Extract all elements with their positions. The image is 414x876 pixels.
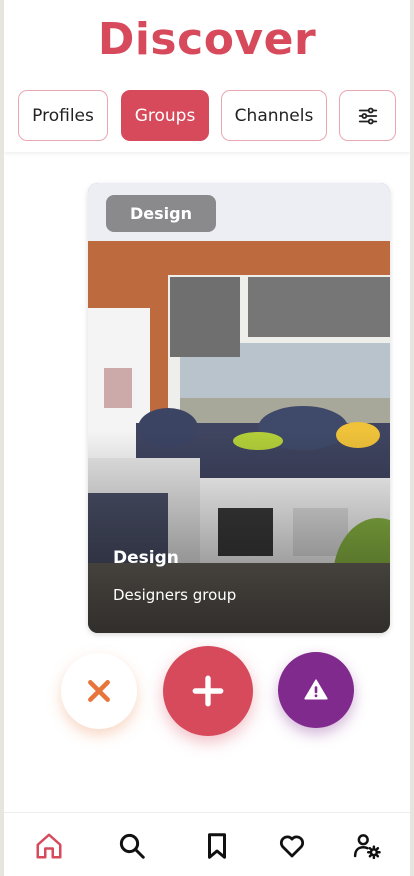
close-icon: [88, 680, 110, 702]
nav-profile-settings[interactable]: [350, 829, 384, 863]
filter-button[interactable]: [339, 90, 396, 141]
user-settings-icon: [353, 834, 381, 860]
nav-home[interactable]: [32, 829, 66, 863]
page-title: Discover: [97, 14, 317, 65]
category-badge: Design: [106, 195, 216, 232]
group-description: Designers group: [113, 586, 237, 604]
app-screen: Discover Profiles Groups Channels Design…: [4, 0, 410, 876]
nav-search[interactable]: [115, 829, 149, 863]
warning-icon: [304, 679, 328, 700]
plus-icon: [192, 675, 224, 707]
tab-profiles[interactable]: Profiles: [18, 90, 108, 141]
bookmark-icon: [208, 833, 226, 859]
nav-bookmarks[interactable]: [200, 829, 234, 863]
skip-button[interactable]: [61, 653, 137, 729]
group-name: Design: [113, 548, 179, 568]
sliders-icon: [358, 107, 377, 124]
add-button[interactable]: [163, 646, 253, 736]
tab-groups[interactable]: Groups: [121, 90, 209, 141]
nav-favorites[interactable]: [275, 829, 309, 863]
home-icon: [36, 833, 62, 859]
report-button[interactable]: [278, 652, 354, 728]
header: Discover Profiles Groups Channels: [4, 0, 410, 152]
tab-channels[interactable]: Channels: [221, 90, 327, 141]
group-card[interactable]: Design Design Designers group: [88, 183, 390, 633]
heart-icon: [279, 835, 305, 858]
search-icon: [119, 833, 145, 859]
bottom-nav: [4, 812, 410, 876]
